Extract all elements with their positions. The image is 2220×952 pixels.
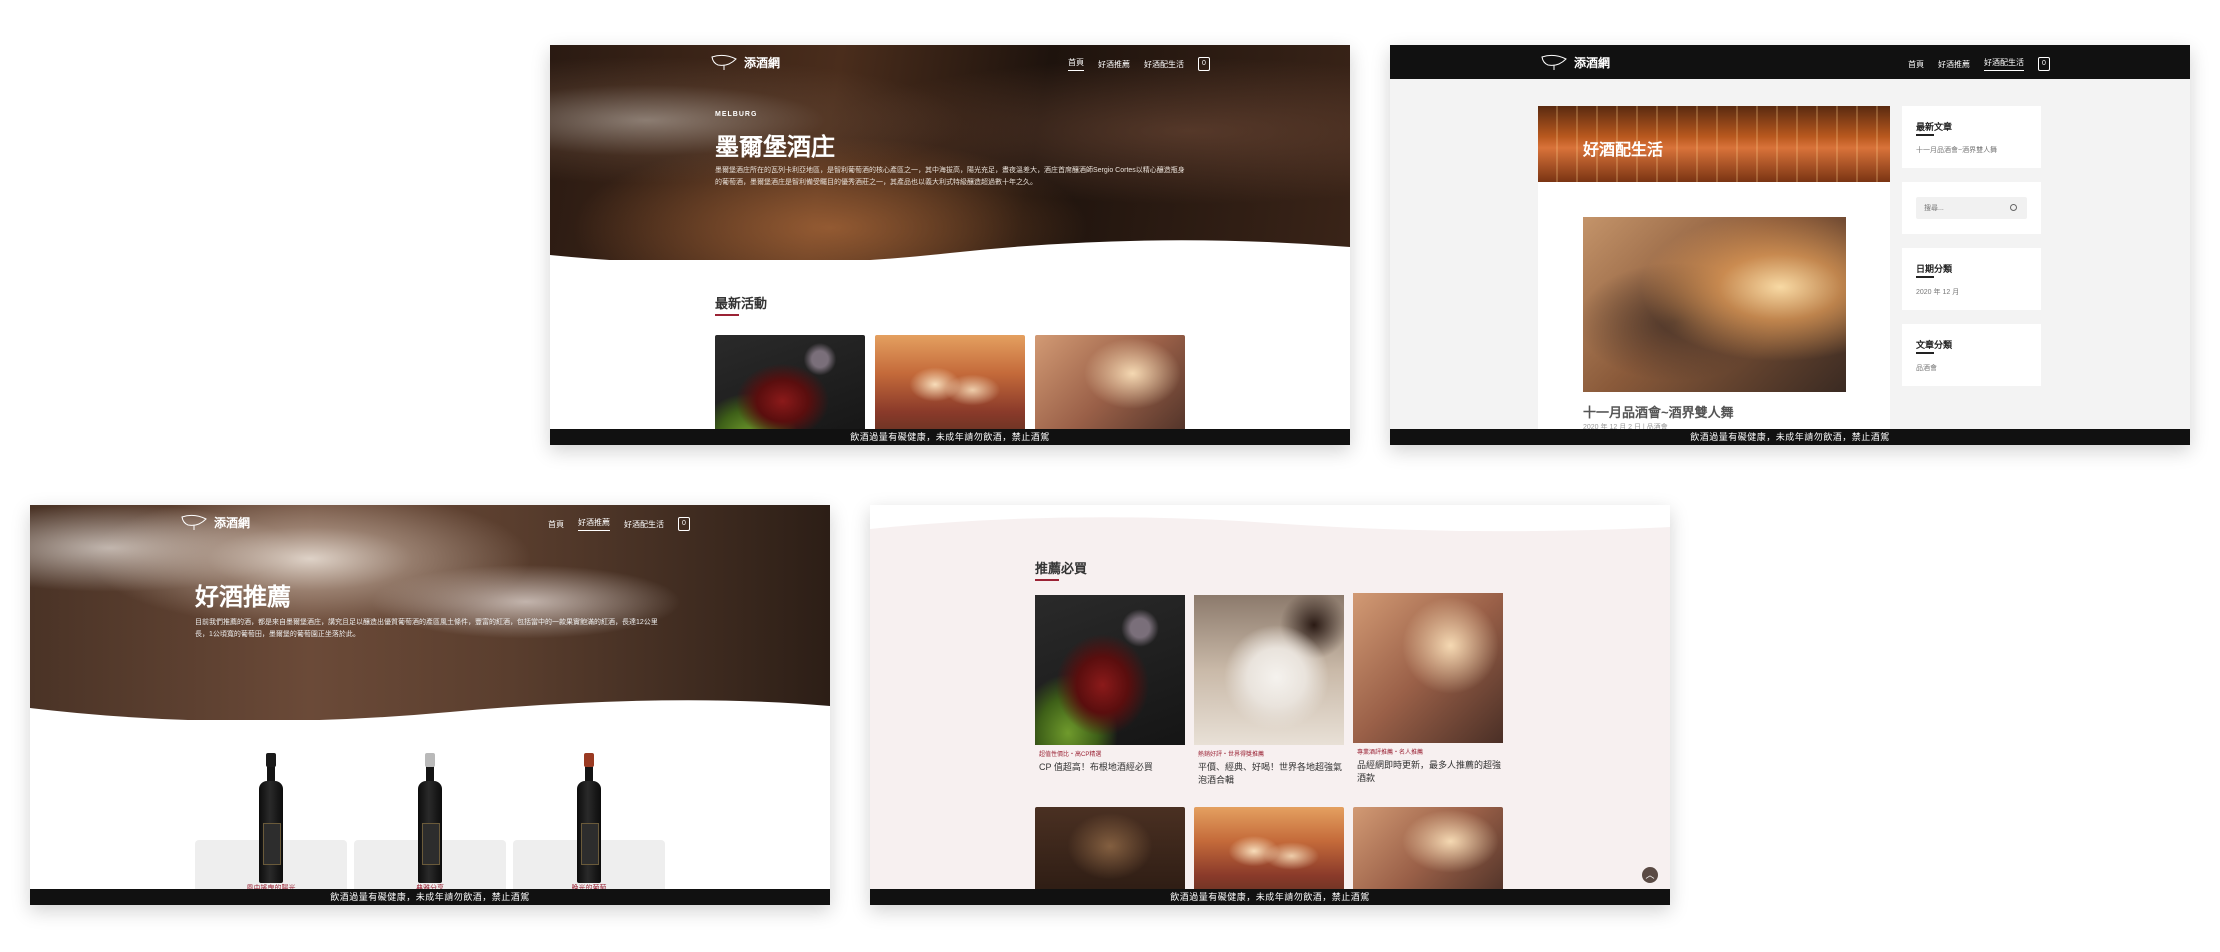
product-title[interactable]: 品經網即時更新，最多人推薦的超強酒款 bbox=[1353, 759, 1503, 785]
search-box bbox=[1916, 197, 2027, 220]
logo-text: 添酒網 bbox=[1574, 55, 1611, 70]
product-image[interactable] bbox=[1353, 593, 1503, 743]
nav-item-lifestyle[interactable]: 好酒配生活 bbox=[624, 519, 664, 530]
banner-title: 好酒配生活 bbox=[1583, 142, 1664, 159]
hero-wave-divider bbox=[30, 700, 830, 730]
wine-glass-logo-icon bbox=[1541, 54, 1567, 70]
nav-item-lifestyle[interactable]: 好酒配生活 bbox=[1144, 59, 1184, 70]
wine-bottle-icon[interactable] bbox=[259, 753, 283, 883]
nav-menu: 首頁 好酒推薦 好酒配生活 0 bbox=[1068, 57, 1210, 71]
blog-post-card[interactable]: 十一月品酒會~酒界雙人舞 2020 年 12 月 2 日 | 品酒會 bbox=[1538, 182, 1890, 445]
nav-item-home[interactable]: 首頁 bbox=[1068, 57, 1084, 71]
wine-glass-logo-icon bbox=[181, 514, 207, 530]
widget-categories: 文章分類 品酒會 bbox=[1902, 324, 2041, 386]
product-card[interactable]: 超值性價比・高CP精選 CP 值超高！布根地酒經必買 bbox=[1035, 595, 1185, 774]
widget-underline bbox=[1916, 352, 1934, 354]
footer-warning-bar: 飲酒過量有礙健康，未成年請勿飲酒，禁止酒駕 bbox=[30, 889, 830, 905]
nav-menu: 首頁 好酒推薦 好酒配生活 0 bbox=[548, 517, 690, 531]
footer-warning-bar: 飲酒過量有礙健康，未成年請勿飲酒，禁止酒駕 bbox=[1390, 429, 2190, 445]
widget-underline bbox=[1916, 276, 1934, 278]
cart-icon[interactable]: 0 bbox=[678, 517, 690, 531]
widget-title: 文章分類 bbox=[1916, 340, 1953, 350]
category-banner: 好酒配生活 bbox=[1538, 106, 1890, 182]
top-wave-divider bbox=[870, 505, 1670, 532]
nav-item-recommend[interactable]: 好酒推薦 bbox=[578, 517, 610, 531]
screenshot-blog-page: 添酒網 首頁 好酒推薦 好酒配生活 0 好酒配生活 十一月品酒會~酒界雙人舞 2… bbox=[1390, 45, 2190, 445]
product-category: 超值性價比・高CP精選 bbox=[1039, 752, 1102, 758]
cart-icon[interactable]: 0 bbox=[1198, 57, 1210, 71]
footer-warning-bar: 飲酒過量有礙健康，未成年請勿飲酒，禁止酒駕 bbox=[550, 429, 1350, 445]
product-title[interactable]: 平價、經典、好喝！世界各地超強氣泡酒合輯 bbox=[1194, 761, 1344, 787]
widget-title: 日期分類 bbox=[1916, 264, 1953, 274]
screenshot-recommend-page: 好酒推薦 目前我們推薦的酒，都是來自墨爾堡酒庄，講究且足以釀造出優質葡萄酒的產區… bbox=[30, 505, 830, 905]
footer-warning-bar: 飲酒過量有礙健康，未成年請勿飲酒，禁止酒駕 bbox=[870, 889, 1670, 905]
nav-item-home[interactable]: 首頁 bbox=[548, 519, 564, 530]
section-title: 最新活動 bbox=[715, 296, 768, 311]
nav-item-lifestyle[interactable]: 好酒配生活 bbox=[1984, 57, 2024, 71]
site-logo[interactable]: 添酒網 bbox=[180, 513, 250, 531]
nav-item-recommend[interactable]: 好酒推薦 bbox=[1098, 59, 1130, 70]
hero-title: 墨爾堡酒庄 bbox=[715, 134, 835, 161]
product-category: 專業酒評推薦・名人推薦 bbox=[1357, 750, 1424, 756]
product-category: 熱銷好評・世界得獎推薦 bbox=[1198, 752, 1265, 758]
logo-text: 添酒網 bbox=[744, 55, 781, 70]
post-image[interactable] bbox=[1583, 217, 1846, 392]
widget-search bbox=[1902, 182, 2041, 234]
hero-wave-divider bbox=[550, 240, 1350, 275]
nav-item-home[interactable]: 首頁 bbox=[1908, 59, 1924, 70]
archive-link[interactable]: 2020 年 12 月 bbox=[1916, 287, 1959, 297]
category-link[interactable]: 品酒會 bbox=[1916, 363, 1937, 373]
widget-recent-posts: 最新文章 十一月品酒會~酒界雙人舞 bbox=[1902, 106, 2041, 168]
search-input[interactable] bbox=[1916, 197, 2012, 220]
section-title: 推薦必買 bbox=[1035, 561, 1088, 576]
logo-text: 添酒網 bbox=[214, 515, 251, 530]
hero-tag: MELBURG bbox=[715, 111, 758, 118]
product-card[interactable]: 專業酒評推薦・名人推薦 品經網即時更新，最多人推薦的超強酒款 bbox=[1353, 593, 1503, 785]
widget-underline bbox=[1916, 134, 1934, 136]
screenshot-must-buy-page: 推薦必買 超值性價比・高CP精選 CP 值超高！布根地酒經必買 熱銷好評・世界得… bbox=[870, 505, 1670, 905]
site-logo[interactable]: 添酒網 bbox=[710, 53, 780, 71]
hero-description: 墨爾堡酒庄所在的瓦列卡利亞地區，是智利葡萄酒的核心產區之一，其中海拔高，陽光充足… bbox=[715, 167, 1185, 186]
cart-icon[interactable]: 0 bbox=[2038, 57, 2050, 71]
nav-menu: 首頁 好酒推薦 好酒配生活 0 bbox=[1908, 57, 2050, 71]
product-image[interactable] bbox=[1035, 595, 1185, 745]
wine-bottle-icon[interactable] bbox=[418, 753, 442, 883]
post-title[interactable]: 十一月品酒會~酒界雙人舞 bbox=[1583, 402, 1734, 421]
section-underline bbox=[1035, 579, 1059, 581]
wine-glass-logo-icon bbox=[711, 54, 737, 70]
section-underline bbox=[715, 314, 739, 316]
site-logo[interactable]: 添酒網 bbox=[1540, 53, 1610, 71]
top-nav: 添酒網 首頁 好酒推薦 好酒配生活 0 bbox=[30, 505, 830, 539]
search-icon[interactable] bbox=[2010, 204, 2017, 211]
top-nav: 添酒網 首頁 好酒推薦 好酒配生活 0 bbox=[1390, 45, 2190, 79]
hero-title: 好酒推薦 bbox=[195, 584, 291, 611]
widget-archives: 日期分類 2020 年 12 月 bbox=[1902, 248, 2041, 310]
product-image[interactable] bbox=[1194, 595, 1344, 745]
wine-bottle-icon[interactable] bbox=[577, 753, 601, 883]
top-nav: 添酒網 首頁 好酒推薦 好酒配生活 0 bbox=[550, 45, 1350, 79]
recent-post-link[interactable]: 十一月品酒會~酒界雙人舞 bbox=[1916, 145, 1997, 155]
scroll-to-top-button[interactable]: ︿ bbox=[1642, 867, 1658, 883]
widget-title: 最新文章 bbox=[1916, 122, 1953, 132]
product-title[interactable]: CP 值超高！布根地酒經必買 bbox=[1035, 761, 1185, 774]
screenshot-winery-page: MELBURG 墨爾堡酒庄 墨爾堡酒庄所在的瓦列卡利亞地區，是智利葡萄酒的核心產… bbox=[550, 45, 1350, 445]
hero-description: 目前我們推薦的酒，都是來自墨爾堡酒庄，講究且足以釀造出優質葡萄酒的產區風土條件，… bbox=[195, 619, 658, 638]
product-card[interactable]: 熱銷好評・世界得獎推薦 平價、經典、好喝！世界各地超強氣泡酒合輯 bbox=[1194, 595, 1344, 787]
nav-item-recommend[interactable]: 好酒推薦 bbox=[1938, 59, 1970, 70]
